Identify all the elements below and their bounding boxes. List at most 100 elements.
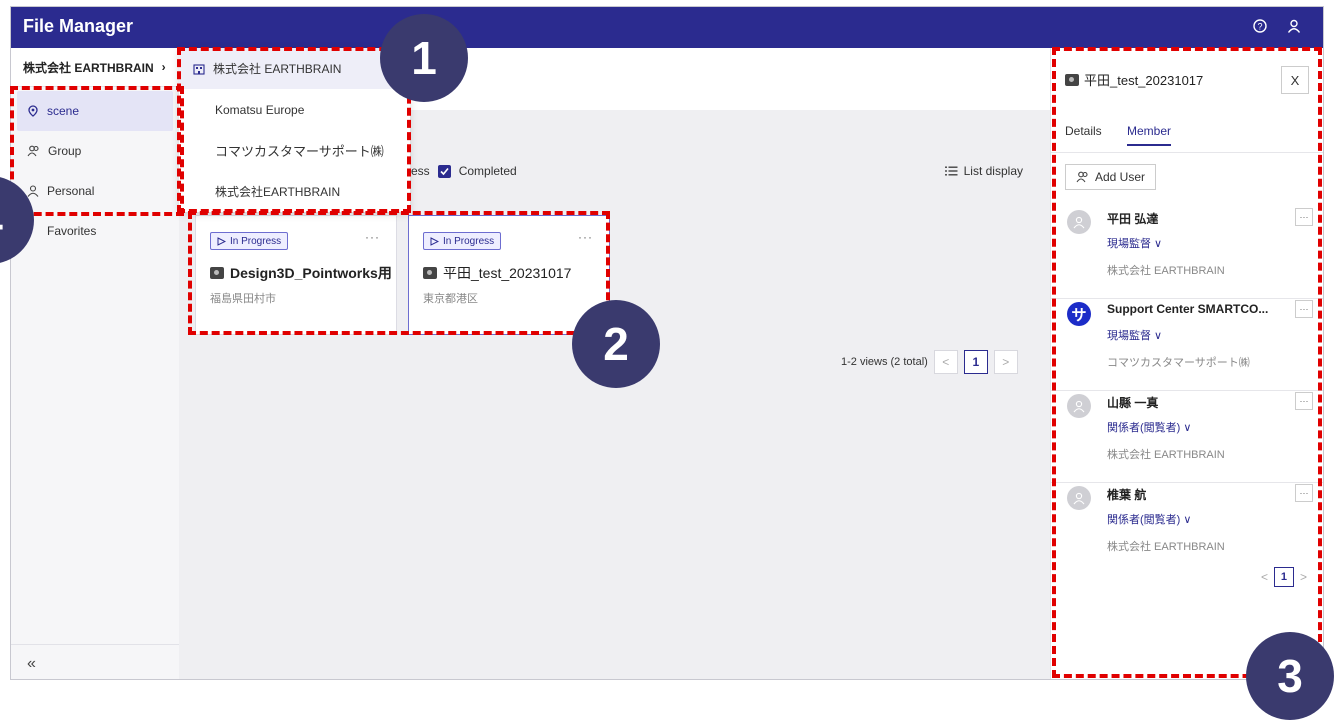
sidebar: 株式会社 EARTHBRAIN › scene Group Personal F…	[11, 48, 180, 679]
page-button[interactable]: 1	[963, 350, 988, 374]
panel-tabs: Details Member	[1051, 118, 1323, 153]
member-name: Support Center SMARTCO...	[1107, 302, 1269, 316]
card-title-text: 平田_test_20231017	[443, 265, 572, 281]
filter-partial-label: ess	[411, 164, 430, 178]
panel-title-text: 平田_test_20231017	[1084, 73, 1204, 88]
avatar: サ	[1067, 302, 1091, 326]
next-page-button[interactable]: >	[1300, 570, 1307, 584]
sidebar-item-group[interactable]: Group	[11, 131, 179, 171]
camera-icon	[423, 267, 437, 279]
status-badge: In Progress	[210, 232, 289, 250]
member-role-dropdown[interactable]: 現場監督 ∨	[1107, 327, 1162, 343]
sidebar-item-favorites[interactable]: Favorites	[11, 211, 179, 251]
sidebar-item-label: Personal	[47, 184, 95, 198]
play-icon	[430, 236, 439, 246]
status-filter: ess Completed	[411, 164, 517, 178]
user-icon[interactable]	[1285, 17, 1303, 35]
member-role-dropdown[interactable]: 現場監督 ∨	[1107, 235, 1162, 251]
add-user-button[interactable]: Add User	[1065, 164, 1157, 190]
member-item: サ Support Center SMARTCO... 現場監督 ∨ コマツカス…	[1051, 298, 1323, 391]
prev-page-button[interactable]: <	[1261, 570, 1268, 584]
building-icon	[193, 63, 205, 75]
status-label: In Progress	[230, 235, 282, 247]
panel-title: 平田_test_20231017	[1065, 70, 1203, 89]
member-org: 株式会社 EARTHBRAIN	[1107, 541, 1225, 553]
member-item: 椎葉 航 関係者(閲覧者) ∨ 株式会社 EARTHBRAIN ···	[1051, 482, 1323, 574]
card-location: 福島県田村市	[210, 293, 276, 305]
person-icon	[27, 185, 39, 197]
member-item: 平田 弘達 現場監督 ∨ 株式会社 EARTHBRAIN ···	[1051, 206, 1323, 299]
avatar	[1067, 210, 1091, 234]
card-title: Design3D_Pointworks用	[210, 263, 392, 283]
member-more-button[interactable]: ···	[1295, 300, 1313, 318]
collapse-sidebar-button[interactable]: «	[27, 655, 36, 673]
card-title: 平田_test_20231017	[423, 263, 571, 283]
add-user-icon	[1076, 171, 1088, 183]
add-user-label: Add User	[1095, 170, 1146, 184]
list-icon	[944, 166, 958, 176]
sidebar-item-label: Group	[48, 144, 82, 158]
chevron-right-icon: ›	[161, 60, 166, 74]
close-button[interactable]: X	[1281, 66, 1309, 94]
avatar	[1067, 486, 1091, 510]
detail-panel: 平田_test_20231017 X Details Member Add Us…	[1050, 48, 1323, 679]
member-org: コマツカスタマーサポート㈱	[1107, 357, 1250, 369]
status-badge: In Progress	[423, 232, 502, 250]
org-selector[interactable]: 株式会社 EARTHBRAIN ›	[11, 48, 179, 87]
play-icon	[217, 236, 226, 246]
more-options-button[interactable]: ···	[578, 230, 593, 244]
annotation-number-1: 1	[380, 14, 468, 102]
prev-page-button[interactable]: <	[933, 350, 958, 374]
member-name: 椎葉 航	[1107, 488, 1147, 502]
page-button[interactable]: 1	[1273, 567, 1294, 587]
org-option[interactable]: 株式会社 EARTHBRAIN	[179, 48, 410, 89]
org-option[interactable]: 株式会社EARTHBRAIN	[179, 171, 410, 212]
group-icon	[27, 145, 39, 157]
help-icon[interactable]: ?	[1251, 17, 1269, 35]
member-name: 山縣 一真	[1107, 396, 1159, 410]
member-item: 山縣 一真 関係者(閲覧者) ∨ 株式会社 EARTHBRAIN ···	[1051, 390, 1323, 483]
member-more-button[interactable]: ···	[1295, 208, 1313, 226]
member-org: 株式会社 EARTHBRAIN	[1107, 449, 1225, 461]
more-options-button[interactable]: ···	[365, 230, 380, 244]
annotation-number-3: 3	[1246, 632, 1334, 720]
scene-card[interactable]: In Progress ··· Design3D_Pointworks用 福島県…	[195, 215, 397, 335]
file-manager-window: File Manager ? 株式会社 EARTHBRAIN › scene G…	[10, 6, 1324, 680]
list-display-label: List display	[963, 164, 1023, 178]
list-display-button[interactable]: List display	[944, 164, 1023, 178]
member-role-dropdown[interactable]: 関係者(閲覧者) ∨	[1107, 419, 1191, 435]
status-label: In Progress	[443, 235, 495, 247]
member-role-dropdown[interactable]: 関係者(閲覧者) ∨	[1107, 511, 1191, 527]
card-title-text: Design3D_Pointworks用	[230, 265, 392, 281]
tab-details[interactable]: Details	[1065, 124, 1102, 138]
member-more-button[interactable]: ···	[1295, 392, 1313, 410]
sidebar-item-label: Favorites	[47, 224, 97, 238]
pagination-summary: 1-2 views (2 total)	[841, 356, 928, 368]
tab-member[interactable]: Member	[1127, 124, 1172, 146]
avatar	[1067, 394, 1091, 418]
member-more-button[interactable]: ···	[1295, 484, 1313, 502]
top-bar: File Manager ?	[11, 7, 1323, 48]
org-option[interactable]: Komatsu Europe	[179, 89, 410, 130]
org-option-label: 株式会社 EARTHBRAIN	[213, 62, 342, 76]
pagination: 1-2 views (2 total) < 1 >	[841, 350, 1018, 374]
sidebar-item-label: scene	[47, 104, 80, 118]
next-page-button[interactable]: >	[993, 350, 1018, 374]
org-option[interactable]: コマツカスタマーサポート㈱	[179, 130, 410, 171]
member-org: 株式会社 EARTHBRAIN	[1107, 265, 1225, 277]
camera-icon	[1065, 73, 1079, 86]
location-pin-icon	[28, 105, 38, 117]
org-dropdown: 株式会社 EARTHBRAIN Komatsu Europe コマツカスタマーサ…	[179, 48, 410, 212]
sidebar-item-personal[interactable]: Personal	[11, 171, 179, 211]
divider	[11, 644, 179, 645]
sidebar-item-scene[interactable]: scene	[17, 91, 173, 131]
member-name: 平田 弘達	[1107, 212, 1159, 226]
member-pagination: < 1 >	[1261, 567, 1307, 587]
card-location: 東京都港区	[423, 293, 478, 305]
org-name: 株式会社 EARTHBRAIN	[23, 60, 154, 75]
app-title: File Manager	[23, 16, 134, 36]
completed-checkbox[interactable]	[437, 164, 451, 178]
completed-label: Completed	[458, 164, 517, 178]
annotation-number-2: 2	[572, 300, 660, 388]
svg-text:?: ?	[1257, 22, 1262, 32]
